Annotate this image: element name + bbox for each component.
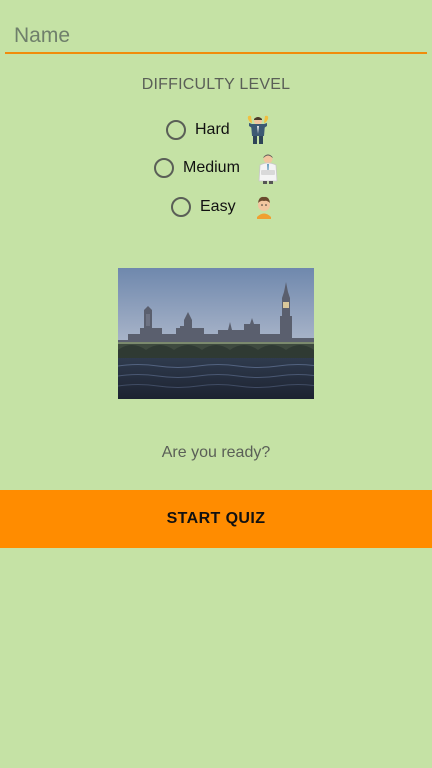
name-input[interactable] (5, 20, 427, 54)
difficulty-label-medium: Medium (183, 159, 240, 176)
difficulty-label-easy: Easy (200, 198, 236, 215)
person-avatar-icon (250, 191, 278, 223)
difficulty-option-easy[interactable]: Easy (171, 191, 278, 223)
radio-button-hard[interactable] (166, 120, 186, 140)
radio-button-easy[interactable] (171, 197, 191, 217)
difficulty-label-hard: Hard (195, 121, 230, 138)
difficulty-option-hard[interactable]: Hard (166, 114, 272, 146)
difficulty-option-medium[interactable]: Medium (154, 152, 282, 184)
westminster-photo (118, 268, 314, 399)
radio-button-medium[interactable] (154, 158, 174, 178)
ready-prompt: Are you ready? (161, 444, 271, 461)
businessman-avatar-icon (254, 152, 282, 184)
strongman-avatar-icon (244, 114, 272, 146)
difficulty-level-heading: DIFFICULTY LEVEL (141, 76, 291, 93)
start-quiz-button[interactable]: START QUIZ (0, 490, 432, 548)
